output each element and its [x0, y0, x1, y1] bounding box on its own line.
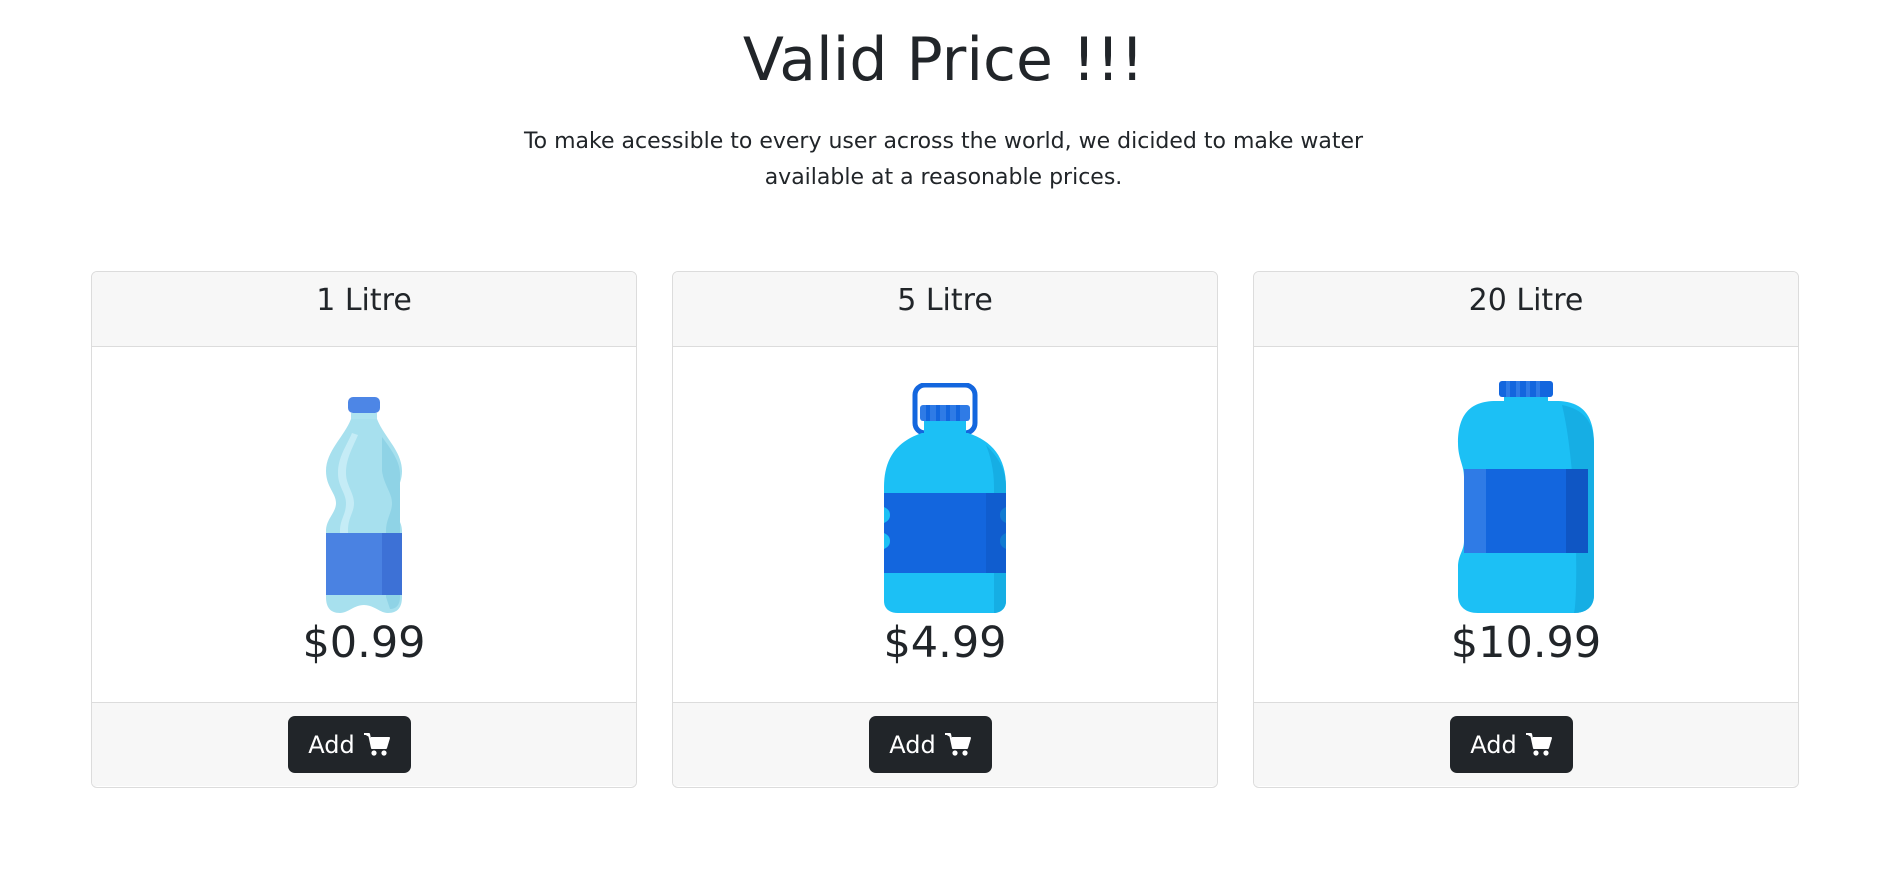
product-size: 20 Litre [1468, 283, 1584, 318]
add-to-cart-button[interactable]: Add [288, 716, 411, 773]
card-header: 5 Litre [673, 272, 1217, 347]
card-footer: Add [92, 702, 636, 786]
card-header: 20 Litre [1254, 272, 1798, 347]
large-jug-icon [1458, 381, 1594, 613]
add-button-label: Add [308, 730, 355, 759]
shopping-cart-icon [1525, 732, 1552, 756]
bottle-image [92, 383, 636, 613]
product-card-20-litre: 20 Litre $10.99 Add [1253, 271, 1799, 788]
product-size: 1 Litre [316, 283, 412, 318]
add-to-cart-button[interactable]: Add [869, 716, 992, 773]
add-button-label: Add [1470, 730, 1517, 759]
bottle-image [673, 383, 1217, 613]
handle-bottle-icon [884, 383, 1006, 613]
pricing-cards: 1 Litre $0.99 Add 5 Litre $4.99 Add 20 L… [91, 271, 1799, 788]
card-body: $0.99 [92, 347, 636, 702]
product-price: $0.99 [302, 618, 426, 668]
product-price: $10.99 [1450, 618, 1602, 668]
card-body: $10.99 [1254, 347, 1798, 702]
shopping-cart-icon [944, 732, 971, 756]
card-footer: Add [1254, 702, 1798, 786]
product-card-5-litre: 5 Litre $4.99 Add [672, 271, 1218, 788]
card-header: 1 Litre [92, 272, 636, 347]
product-size: 5 Litre [897, 283, 993, 318]
small-bottle-icon [326, 397, 402, 613]
page-description: To make acessible to every user across t… [523, 129, 1364, 190]
product-price: $4.99 [883, 618, 1007, 668]
page-title: Valid Price !!! [742, 25, 1145, 95]
add-to-cart-button[interactable]: Add [1450, 716, 1573, 773]
product-card-1-litre: 1 Litre $0.99 Add [91, 271, 637, 788]
card-footer: Add [673, 702, 1217, 786]
bottle-image [1254, 381, 1798, 613]
card-body: $4.99 [673, 347, 1217, 702]
add-button-label: Add [889, 730, 936, 759]
shopping-cart-icon [363, 732, 390, 756]
